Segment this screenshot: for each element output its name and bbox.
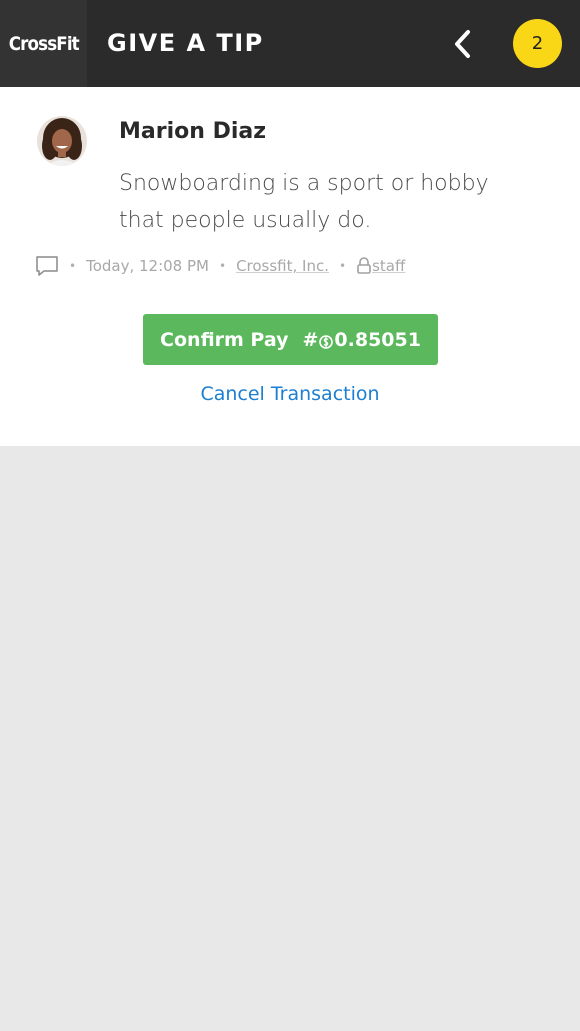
- tip-card: Marion Diaz Snowboarding is a sport or h…: [0, 87, 580, 446]
- organization-link[interactable]: Crossfit, Inc.: [236, 257, 329, 275]
- post-meta: • Today, 12:08 PM • Crossfit, Inc. • sta…: [35, 254, 405, 278]
- coin-icon: [319, 334, 334, 349]
- separator-dot: •: [69, 259, 77, 273]
- chevron-left-icon: [455, 30, 470, 58]
- cancel-transaction-link[interactable]: Cancel Transaction: [0, 383, 580, 405]
- amount-value: 0.85051: [334, 328, 421, 351]
- amount-prefix: #: [302, 328, 319, 351]
- top-bar: CrossFit GIVE A TIP 2: [0, 0, 580, 87]
- lock-icon: [357, 257, 371, 274]
- comment-icon[interactable]: [35, 254, 59, 278]
- separator-dot: •: [218, 259, 227, 273]
- confirm-pay-button[interactable]: Confirm Pay # 0.85051: [143, 314, 438, 365]
- post-message: Snowboarding is a sport or hobby that pe…: [119, 171, 489, 233]
- crossfit-logo[interactable]: CrossFit: [0, 0, 87, 87]
- notification-badge[interactable]: 2: [513, 19, 562, 68]
- separator-dot: •: [339, 259, 347, 273]
- author-name: Marion Diaz: [119, 119, 267, 144]
- post-timestamp: Today, 12:08 PM: [86, 257, 209, 275]
- page-title: GIVE A TIP: [107, 29, 264, 57]
- pay-amount: # 0.85051: [302, 329, 420, 351]
- visibility-link[interactable]: staff: [372, 257, 405, 275]
- avatar: [37, 116, 87, 166]
- confirm-label: Confirm Pay: [160, 328, 289, 351]
- back-button[interactable]: [444, 24, 480, 64]
- logo-text: CrossFit: [8, 32, 79, 55]
